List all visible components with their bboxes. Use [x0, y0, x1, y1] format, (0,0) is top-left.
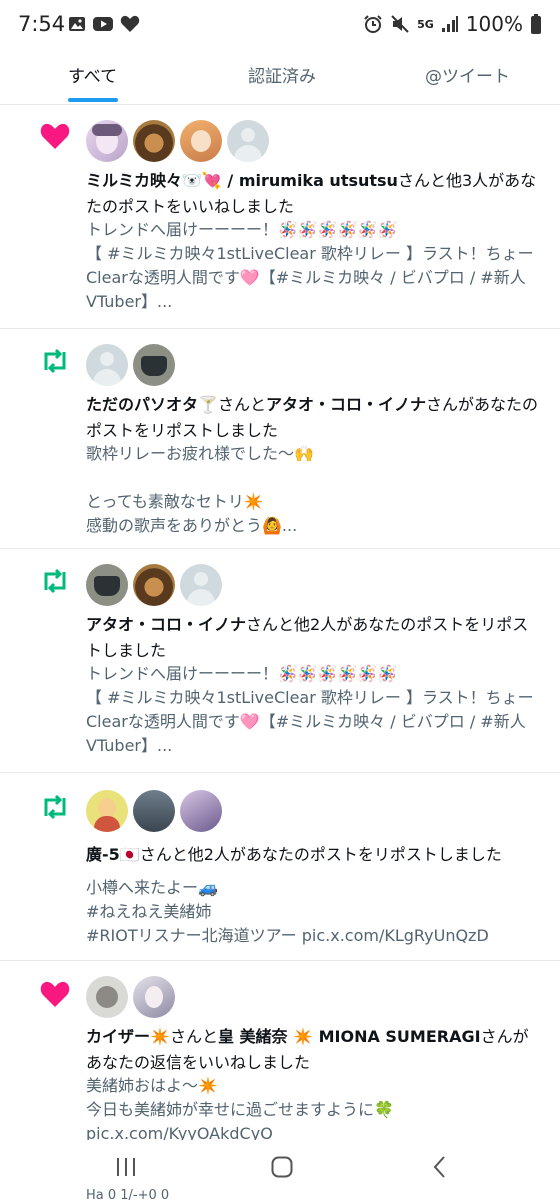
avatar[interactable] — [180, 120, 222, 162]
user-name[interactable]: カイザー✴️ — [86, 1027, 170, 1046]
avatar[interactable] — [86, 790, 128, 832]
notification-title: カイザー✴️さんと皇 美緒奈 ✴️ MIONA SUMERAGIさんがあなたの返… — [86, 1027, 529, 1072]
avatar[interactable] — [86, 344, 128, 386]
notification-body[interactable]: 小樽へ来たよー🚙 #ねえねえ美緒姉 #RIOTリスナー北海道ツアー pic.x.… — [86, 876, 548, 948]
avatar[interactable] — [180, 564, 222, 606]
avatar[interactable] — [86, 564, 128, 606]
tab-mentions[interactable]: @ツイート — [425, 62, 510, 87]
avatar[interactable] — [133, 790, 175, 832]
alarm-icon — [364, 15, 382, 33]
avatar[interactable] — [180, 790, 222, 832]
user-name[interactable]: 廣-5🇯🇵 — [86, 845, 140, 864]
avatar[interactable] — [86, 120, 128, 162]
heart-icon — [40, 981, 70, 1007]
battery-level: 100% — [465, 12, 523, 36]
user-name[interactable]: ミルミカ映々🐻‍❄️💘 / mirumika utsutsu — [86, 171, 398, 190]
notification-item[interactable]: 廣-5🇯🇵さんと他2人があなたのポストをリポストしました 小樽へ来たよー🚙 #ね… — [0, 772, 560, 961]
heart-icon — [40, 123, 70, 149]
peek-text: Ha 0 1/-+0 0 — [86, 1188, 170, 1203]
notification-item[interactable]: カイザー✴️さんと皇 美緒奈 ✴️ MIONA SUMERAGIさんがあなたの返… — [0, 960, 560, 1140]
notification-tabs: すべて 認証済み @ツイート — [0, 52, 560, 105]
tab-verified[interactable]: 認証済み — [248, 62, 316, 87]
repost-icon — [44, 568, 66, 594]
notification-body[interactable]: トレンドへ届けーーーー！🪅🪅🪅🪅🪅🪅 【 #ミルミカ映々1stLiveClear… — [86, 218, 548, 314]
tab-all[interactable]: すべて — [68, 62, 117, 87]
home-icon[interactable] — [270, 1156, 294, 1178]
recents-icon[interactable] — [114, 1156, 138, 1178]
image-icon — [69, 17, 85, 31]
notification-body[interactable]: 歌枠リレーお疲れ様でした〜🙌 とっても素敵なセトリ✴️ 感動の歌声をありがとう🙆… — [86, 442, 548, 538]
user-name[interactable]: アタオ・コロ・イノナ — [266, 395, 426, 414]
avatar[interactable] — [133, 564, 175, 606]
avatar[interactable] — [133, 120, 175, 162]
notification-title: アタオ・コロ・イノナさんと他2人があなたのポストをリポストしました — [86, 615, 529, 660]
notification-title: ただのパソオタ🍸さんとアタオ・コロ・イノナさんがあなたのポストをリポストしました — [86, 395, 538, 440]
user-name[interactable]: 皇 美緒奈 ✴️ MIONA SUMERAGI — [218, 1027, 481, 1046]
user-name[interactable]: ただのパソオタ🍸 — [86, 395, 218, 414]
avatar[interactable] — [133, 344, 175, 386]
repost-icon — [44, 794, 66, 820]
avatar[interactable] — [227, 120, 269, 162]
notification-item[interactable]: アタオ・コロ・イノナさんと他2人があなたのポストをリポストしました トレンドへ届… — [0, 548, 560, 773]
clock: 7:54 — [18, 12, 66, 36]
status-bar: 7:54 5G 100% — [0, 0, 560, 50]
notification-item[interactable]: ミルミカ映々🐻‍❄️💘 / mirumika utsutsuさんと他3人があなた… — [0, 104, 560, 329]
repost-icon — [44, 348, 66, 374]
system-nav-bar: Ha 0 1/-+0 0 — [0, 1140, 560, 1203]
youtube-icon — [93, 17, 113, 31]
notification-title: ミルミカ映々🐻‍❄️💘 / mirumika utsutsuさんと他3人があなた… — [86, 171, 537, 216]
mute-icon — [391, 15, 409, 33]
notification-item[interactable]: ただのパソオタ🍸さんとアタオ・コロ・イノナさんがあなたのポストをリポストしました… — [0, 328, 560, 549]
battery-icon — [531, 14, 541, 34]
network-type: 5G — [417, 17, 434, 31]
user-name[interactable]: アタオ・コロ・イノナ — [86, 615, 246, 634]
notification-title: 廣-5🇯🇵さんと他2人があなたのポストをリポストしました — [86, 845, 502, 864]
back-icon[interactable] — [430, 1156, 450, 1178]
notification-body[interactable]: トレンドへ届けーーーー！🪅🪅🪅🪅🪅🪅 【 #ミルミカ映々1stLiveClear… — [86, 662, 548, 758]
heart-icon — [120, 15, 140, 32]
signal-icon — [441, 16, 458, 32]
avatar[interactable] — [133, 976, 175, 1018]
active-tab-indicator — [68, 98, 118, 102]
avatar[interactable] — [86, 976, 128, 1018]
notification-body[interactable]: 美緒姉おはよ〜✴️ 今日も美緒姉が幸せに過ごせますように🍀 pic.x.com/… — [86, 1074, 548, 1140]
